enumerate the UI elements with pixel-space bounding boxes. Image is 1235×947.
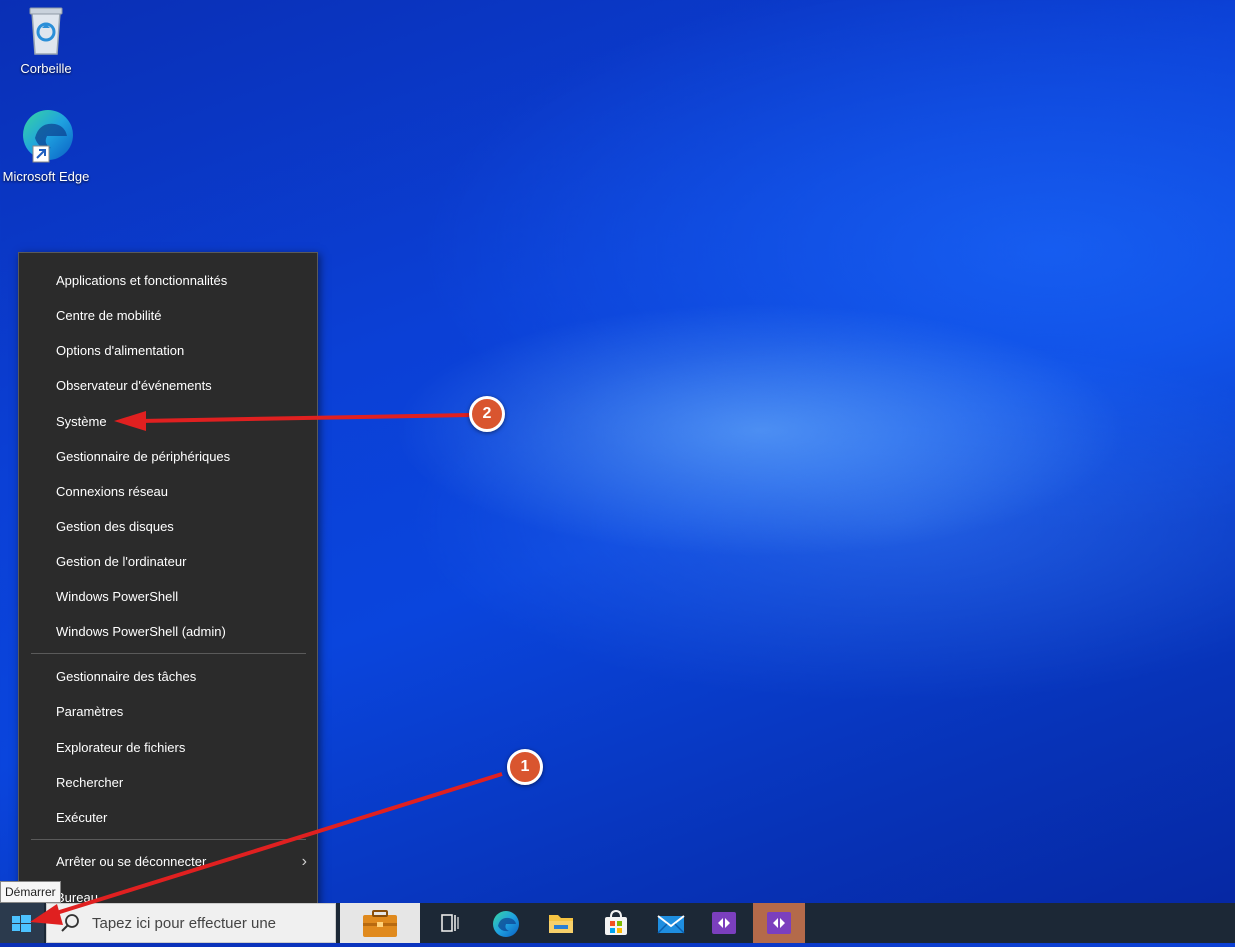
edge-label: Microsoft Edge: [2, 169, 90, 184]
menu-separator: [31, 839, 306, 840]
taskbar-task-view[interactable]: [424, 903, 476, 943]
folder-icon: [549, 915, 573, 933]
menu-item-device-manager[interactable]: Gestionnaire de périphériques: [19, 439, 317, 474]
taskbar-briefcase[interactable]: [340, 903, 420, 943]
desktop-icon-recycle-bin[interactable]: Corbeille: [0, 4, 92, 76]
menu-item-power-options[interactable]: Options d'alimentation: [19, 333, 317, 368]
annotation-badge-2: 2: [469, 396, 505, 432]
start-tooltip: Démarrer: [0, 881, 61, 903]
menu-item-search[interactable]: Rechercher: [19, 765, 317, 800]
menu-item-apps-features[interactable]: Applications et fonctionnalités: [19, 263, 317, 298]
windows-logo-icon: [12, 915, 31, 932]
edge-icon: [23, 110, 73, 163]
annotation-badge-1: 1: [507, 749, 543, 785]
purple-app-icon: [712, 912, 736, 934]
start-button[interactable]: [0, 903, 44, 943]
purple-app-icon: [767, 912, 791, 934]
recycle-bin-label: Corbeille: [20, 61, 72, 76]
winx-context-menu: Applications et fonctionnalités Centre d…: [18, 252, 318, 924]
menu-item-mobility-center[interactable]: Centre de mobilité: [19, 298, 317, 333]
taskbar-app-purple-1[interactable]: [698, 903, 750, 943]
recycle-bin-icon: [29, 7, 63, 55]
desktop-icon-edge[interactable]: Microsoft Edge: [0, 108, 92, 184]
taskbar-mail[interactable]: [645, 903, 697, 943]
search-placeholder: Tapez ici pour effectuer une: [92, 915, 277, 932]
menu-item-system[interactable]: Système: [19, 404, 317, 439]
menu-item-event-viewer[interactable]: Observateur d'événements: [19, 368, 317, 403]
menu-item-file-explorer[interactable]: Explorateur de fichiers: [19, 730, 317, 765]
menu-item-settings[interactable]: Paramètres: [19, 694, 317, 729]
taskbar-search-input[interactable]: Tapez ici pour effectuer une: [46, 903, 336, 943]
chevron-right-icon: ›: [301, 853, 307, 870]
menu-item-powershell[interactable]: Windows PowerShell: [19, 579, 317, 614]
briefcase-icon: [363, 910, 397, 937]
taskbar-edge[interactable]: [480, 903, 532, 943]
menu-item-shutdown-signout[interactable]: Arrêter ou se déconnecter ›: [19, 844, 317, 879]
search-icon: [61, 914, 79, 932]
edge-icon: [493, 911, 519, 937]
taskbar-store[interactable]: [590, 903, 642, 943]
menu-separator: [31, 653, 306, 654]
menu-item-computer-management[interactable]: Gestion de l'ordinateur: [19, 544, 317, 579]
taskbar-file-explorer[interactable]: [535, 903, 587, 943]
menu-item-disk-management[interactable]: Gestion des disques: [19, 509, 317, 544]
menu-item-network-connections[interactable]: Connexions réseau: [19, 474, 317, 509]
menu-item-run[interactable]: Exécuter: [19, 800, 317, 835]
menu-item-task-manager[interactable]: Gestionnaire des tâches: [19, 659, 317, 694]
task-view-icon: [441, 914, 459, 932]
mail-icon: [657, 915, 685, 934]
store-bag-icon: [605, 909, 627, 935]
menu-item-shutdown-label: Arrêter ou se déconnecter: [56, 854, 207, 869]
taskbar-app-purple-2[interactable]: [753, 903, 805, 943]
menu-item-powershell-admin[interactable]: Windows PowerShell (admin): [19, 614, 317, 649]
